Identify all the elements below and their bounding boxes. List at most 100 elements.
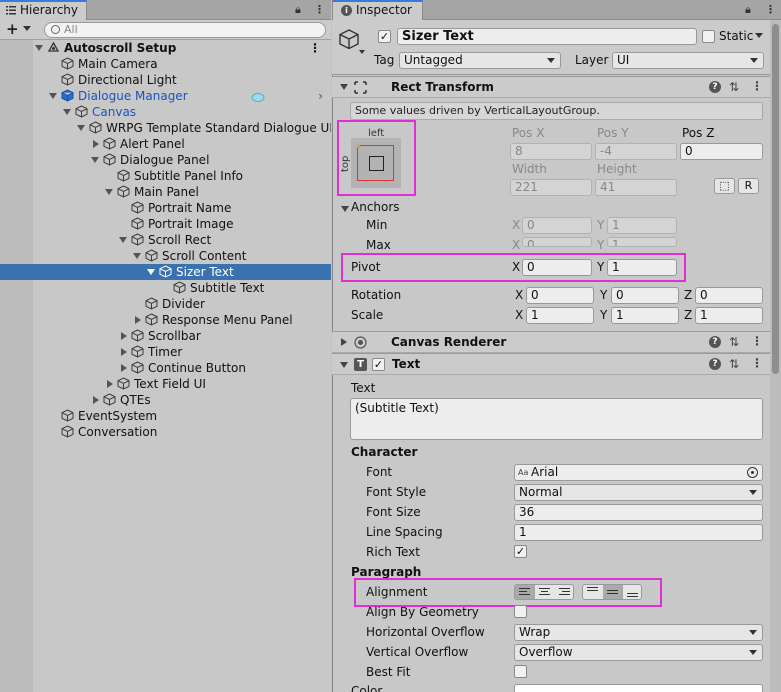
hierarchy-row[interactable]: Directional Light: [0, 72, 331, 88]
hierarchy-row[interactable]: Sizer Text: [0, 264, 331, 280]
inspector-tab[interactable]: i Inspector: [333, 0, 423, 20]
hierarchy-row[interactable]: Text Field UI: [0, 376, 331, 392]
scale-z-field[interactable]: 1: [695, 307, 763, 324]
hierarchy-row[interactable]: Autoscroll Setup ⋮: [0, 40, 331, 56]
collapse-arrow-icon[interactable]: [105, 189, 113, 195]
expand-arrow-icon[interactable]: [121, 332, 127, 340]
hierarchy-row[interactable]: Continue Button: [0, 360, 331, 376]
layer-dropdown[interactable]: UI: [612, 52, 764, 69]
component-menu-icon[interactable]: ⋮: [751, 79, 763, 93]
blueprint-mode-icon[interactable]: ⬚: [714, 178, 735, 194]
v-overflow-dropdown[interactable]: Overflow: [514, 644, 763, 661]
collapse-arrow-icon[interactable]: [63, 109, 71, 115]
collapse-arrow-icon[interactable]: [91, 157, 99, 163]
collapse-arrow-icon[interactable]: [147, 269, 155, 275]
lock-icon[interactable]: 🔒︎: [295, 3, 301, 17]
anchors-foldout-icon[interactable]: [341, 206, 349, 212]
posz-field[interactable]: 0: [680, 143, 763, 160]
hierarchy-row[interactable]: Canvas: [0, 104, 331, 120]
font-field[interactable]: Aa Arial: [514, 464, 763, 481]
hierarchy-row[interactable]: Portrait Name: [0, 200, 331, 216]
hierarchy-row[interactable]: Divider: [0, 296, 331, 312]
font-size-field[interactable]: 36: [514, 504, 763, 521]
expand-arrow-icon[interactable]: [135, 316, 141, 324]
hierarchy-row[interactable]: Dialogue Manager ›: [0, 88, 331, 104]
rect-transform-header[interactable]: Rect Transform ? ⇅ ⋮: [332, 76, 770, 98]
hierarchy-row[interactable]: Timer: [0, 344, 331, 360]
font-style-dropdown[interactable]: Normal: [514, 484, 763, 501]
help-icon[interactable]: ?: [709, 81, 721, 93]
add-dropdown-icon[interactable]: [23, 26, 31, 31]
hierarchy-row[interactable]: WRPG Template Standard Dialogue UI: [0, 120, 331, 136]
hierarchy-row[interactable]: Subtitle Text: [0, 280, 331, 296]
expand-arrow-icon[interactable]: [341, 338, 347, 346]
best-fit-checkbox[interactable]: [514, 665, 527, 678]
open-prefab-icon[interactable]: ›: [318, 88, 323, 104]
canvas-renderer-header[interactable]: Canvas Renderer ? ⇅ ⋮: [332, 331, 770, 353]
hierarchy-row[interactable]: Main Camera: [0, 56, 331, 72]
static-checkbox[interactable]: [702, 30, 715, 43]
presets-icon[interactable]: ⇅: [729, 336, 739, 348]
inspector-lock-icon[interactable]: 🔒︎: [745, 3, 751, 17]
hierarchy-row[interactable]: Response Menu Panel: [0, 312, 331, 328]
collapse-arrow-icon[interactable]: [133, 253, 141, 259]
rect-transform-icon: [354, 81, 367, 94]
tag-dropdown[interactable]: Untagged: [399, 52, 561, 69]
rotation-y-field[interactable]: 0: [611, 287, 679, 304]
object-picker-icon[interactable]: [747, 467, 758, 478]
scrollbar-thumb[interactable]: [772, 24, 779, 374]
scale-y-field[interactable]: 1: [611, 307, 679, 324]
presets-icon[interactable]: ⇅: [729, 81, 739, 93]
expand-arrow-icon[interactable]: [93, 396, 99, 404]
hierarchy-row[interactable]: Subtitle Panel Info: [0, 168, 331, 184]
expand-arrow-icon[interactable]: [93, 140, 99, 148]
h-overflow-dropdown[interactable]: Wrap: [514, 624, 763, 641]
hierarchy-row[interactable]: Main Panel: [0, 184, 331, 200]
hierarchy-row[interactable]: Scroll Rect: [0, 232, 331, 248]
hierarchy-row[interactable]: EventSystem: [0, 408, 331, 424]
align-geometry-checkbox[interactable]: [514, 605, 527, 618]
help-icon[interactable]: ?: [709, 336, 721, 348]
hierarchy-row[interactable]: Scroll Content: [0, 248, 331, 264]
presets-icon[interactable]: ⇅: [729, 358, 739, 370]
rotation-z-field[interactable]: 0: [695, 287, 763, 304]
active-checkbox[interactable]: ✓: [378, 30, 391, 43]
expand-arrow-icon[interactable]: [107, 380, 113, 388]
inspector-more-icon[interactable]: ⋮: [765, 3, 776, 16]
text-enabled-checkbox[interactable]: ✓: [372, 358, 385, 371]
scale-x-field[interactable]: 1: [526, 307, 594, 324]
collapse-arrow-icon[interactable]: [340, 84, 348, 90]
expand-arrow-icon[interactable]: [121, 348, 127, 356]
scene-menu-icon[interactable]: ⋮: [309, 40, 321, 56]
static-dropdown[interactable]: [753, 28, 765, 45]
collapse-arrow-icon[interactable]: [49, 93, 57, 99]
help-icon[interactable]: ?: [709, 358, 721, 370]
text-component-header[interactable]: T ✓ Text ? ⇅ ⋮: [332, 353, 770, 375]
hierarchy-row[interactable]: Scrollbar: [0, 328, 331, 344]
more-menu-icon[interactable]: ⋮: [314, 3, 325, 16]
component-menu-icon[interactable]: ⋮: [751, 356, 763, 370]
hierarchy-tab[interactable]: Hierarchy: [0, 0, 88, 20]
collapse-arrow-icon[interactable]: [119, 237, 127, 243]
object-name-field[interactable]: Sizer Text: [397, 28, 697, 45]
icon-dropdown-icon[interactable]: [359, 50, 365, 54]
rotation-x-field[interactable]: 0: [526, 287, 594, 304]
hierarchy-row[interactable]: Alert Panel: [0, 136, 331, 152]
rich-text-checkbox[interactable]: ✓: [514, 545, 527, 558]
collapse-arrow-icon[interactable]: [340, 362, 348, 368]
hierarchy-search-input[interactable]: All: [44, 22, 326, 38]
collapse-arrow-icon[interactable]: [35, 45, 43, 51]
color-field[interactable]: [514, 684, 763, 692]
hierarchy-row[interactable]: Conversation: [0, 424, 331, 440]
line-spacing-field[interactable]: 1: [514, 524, 763, 541]
text-value-area[interactable]: (Subtitle Text): [350, 398, 763, 440]
component-menu-icon[interactable]: ⋮: [751, 334, 763, 348]
raw-edit-button[interactable]: R: [738, 178, 759, 194]
hierarchy-row[interactable]: Dialogue Panel: [0, 152, 331, 168]
collapse-arrow-icon[interactable]: [77, 125, 85, 131]
expand-arrow-icon[interactable]: [121, 364, 127, 372]
inspector-scrollbar[interactable]: [770, 20, 781, 692]
add-icon[interactable]: +: [6, 21, 19, 37]
hierarchy-row[interactable]: QTEs: [0, 392, 331, 408]
hierarchy-row[interactable]: Portrait Image: [0, 216, 331, 232]
